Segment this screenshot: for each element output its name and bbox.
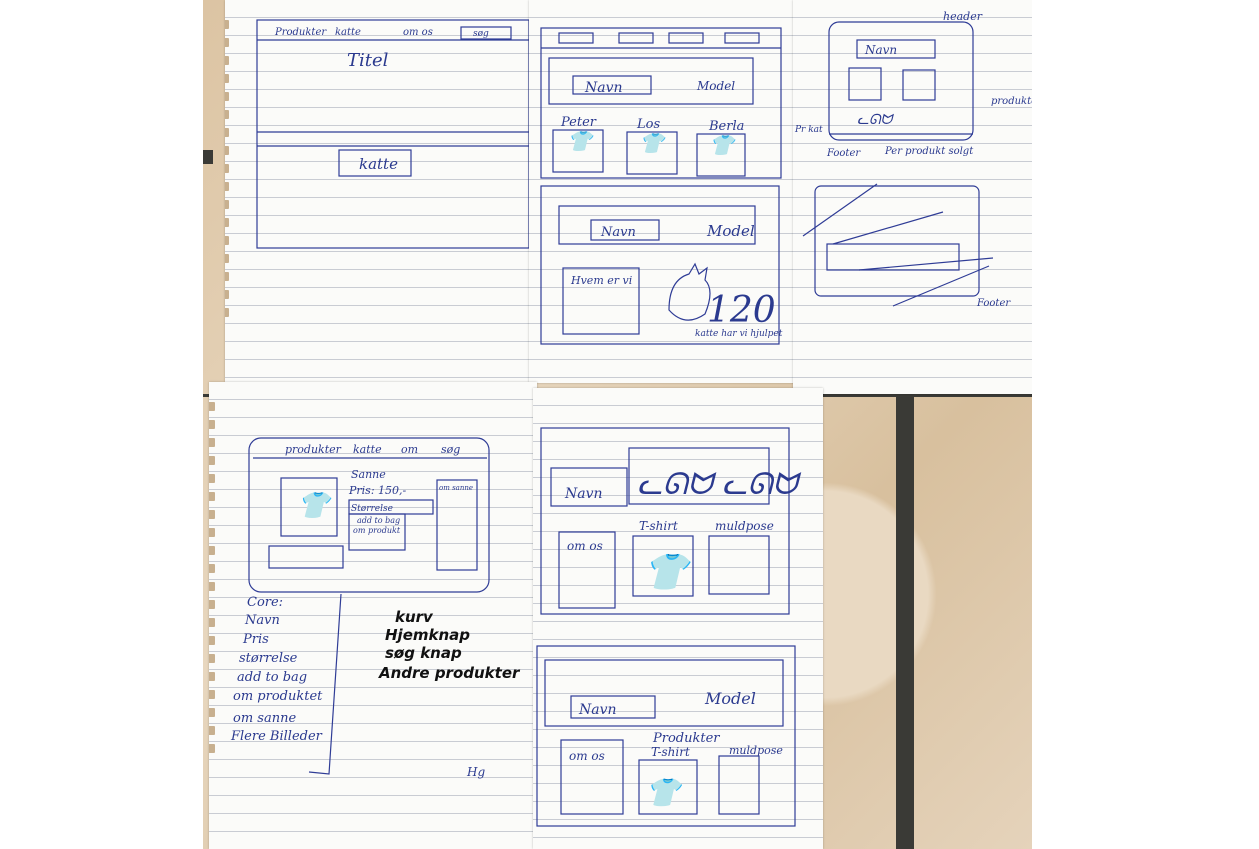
sketch-list-title: Core: (247, 595, 283, 610)
sketch-sheet-home: Produkter katte om os søg Titel katte (225, 0, 533, 382)
sketch-nav-item: katte (335, 27, 361, 38)
tile-grout-left (203, 150, 213, 164)
sketch-nav-item: katte (353, 443, 382, 456)
sketch-nav-item: Produkter (274, 27, 327, 38)
sketch-signature: Hg (466, 765, 485, 779)
sketch-nav-item: om os (403, 27, 433, 38)
sketch-person-name: Berla (708, 119, 744, 134)
sketch-sheet-layout-notes: header Navn produkter Pr kat ᓚᘏᗢ Footer … (793, 0, 1032, 394)
sketch-shop-wireframe: Navn ᓚᘏᗢ ᓚᘏᗢ om os T-shirt muldpose 👕 Na… (536, 427, 801, 827)
sketch-product-label: muldpose (729, 744, 783, 757)
sketch-bold-note: kurv (395, 608, 434, 626)
sketch-sheet-shop: Navn ᓚᘏᗢ ᓚᘏᗢ om os T-shirt muldpose 👕 Na… (533, 388, 823, 849)
sketch-cat-count: 120 (707, 290, 776, 331)
sketch-about-link: om os (567, 539, 603, 553)
sketch-name-box: Navn (584, 80, 623, 96)
sketch-about-product: om produkt (353, 526, 401, 535)
sketch-sheet-about: Navn Model Peter Los Berla 👕 👕 👕 Navn Mo… (529, 0, 799, 383)
sketch-list-item: Navn (244, 613, 280, 628)
sketch-name-box: Navn (864, 43, 897, 57)
sketch-product-label: T-shirt (639, 519, 678, 533)
sketch-name-box: Navn (600, 225, 636, 240)
sketch-add-to-bag: add to bag (357, 516, 400, 525)
sketch-title: Titel (347, 50, 389, 71)
sketch-product-wireframe: produkter katte om søg 👕 Sanne Pris: 150… (230, 437, 521, 779)
sketch-nav-item: produkter (285, 443, 342, 456)
photo-of-wireframe-sketches: Produkter katte om os søg Titel katte Na… (203, 0, 1032, 849)
sketch-side-panel: om sanne (439, 484, 473, 492)
sketch-list-item: om produktet (233, 689, 323, 704)
sketch-name-box: Navn (564, 486, 603, 502)
sketch-nav-item: søg (473, 29, 489, 39)
sketch-product-label: T-shirt (651, 745, 690, 759)
sketch-person-name: Los (636, 117, 660, 132)
sketch-who-we-are: Hvem er vi (570, 274, 632, 287)
sketch-cat-caption: katte har vi hjulpet (695, 329, 783, 339)
tshirt-icon: 👕 (709, 133, 737, 157)
sketch-list-item: Pris (242, 632, 269, 647)
tile-grout-vertical (896, 397, 914, 849)
sketch-nav-item: søg (441, 443, 460, 456)
tshirt-icon: 👕 (639, 131, 667, 155)
sketch-person-name: Peter (560, 115, 597, 130)
sketch-about-link: om os (569, 749, 605, 763)
cat-icon: ᓚᘏᗢ (857, 112, 895, 128)
sketch-about-wireframe: Navn Model Peter Los Berla 👕 👕 👕 Navn Mo… (540, 27, 783, 345)
sketch-annotation: Pr kat (794, 125, 823, 135)
sketch-annotation: header (943, 10, 983, 23)
cat-icon: ᓚᘏᗢ ᓚᘏᗢ (637, 467, 801, 502)
sketch-annotation: Per produkt solgt (884, 146, 974, 157)
sketch-model-label: Model (696, 79, 735, 93)
sketch-product-name: Sanne (351, 468, 386, 481)
sketch-annotation: produkter (991, 96, 1032, 107)
sketch-button-label: katte (359, 155, 398, 173)
sketch-list-item: Flere Billeder (230, 729, 323, 744)
sketch-home-wireframe: Produkter katte om os søg Titel katte (256, 19, 530, 249)
tshirt-icon: 👕 (643, 552, 694, 593)
sketch-section-title: Produkter (652, 731, 720, 746)
sketch-bold-note: Hjemknap (385, 626, 470, 644)
sketch-sheet-product: produkter katte om søg 👕 Sanne Pris: 150… (209, 382, 537, 849)
sketch-nav-item: om (401, 443, 418, 456)
tshirt-icon: 👕 (567, 129, 595, 153)
tshirt-icon: 👕 (645, 776, 685, 809)
sketch-product-label: muldpose (715, 519, 774, 533)
sketch-model-label: Model (704, 689, 756, 708)
sketch-bold-note: Andre produkter (378, 664, 521, 682)
sketch-layout-notes-wireframe: header Navn produkter Pr kat ᓚᘏᗢ Footer … (794, 10, 1032, 309)
sketch-annotation: Footer (976, 298, 1011, 309)
sketch-list-item: størrelse (239, 651, 298, 666)
tshirt-icon: 👕 (297, 491, 334, 521)
sketch-bold-note: søg knap (385, 644, 462, 662)
sketch-name-box: Navn (578, 702, 617, 718)
sketch-list-item: om sanne (233, 711, 296, 726)
sketch-size-select: Størrelse (351, 504, 393, 514)
sketch-list-item: add to bag (237, 670, 307, 685)
sketch-model-label: Model (706, 222, 755, 240)
sketch-annotation: Footer (826, 148, 861, 159)
sketch-price: Pris: 150,- (348, 484, 407, 497)
